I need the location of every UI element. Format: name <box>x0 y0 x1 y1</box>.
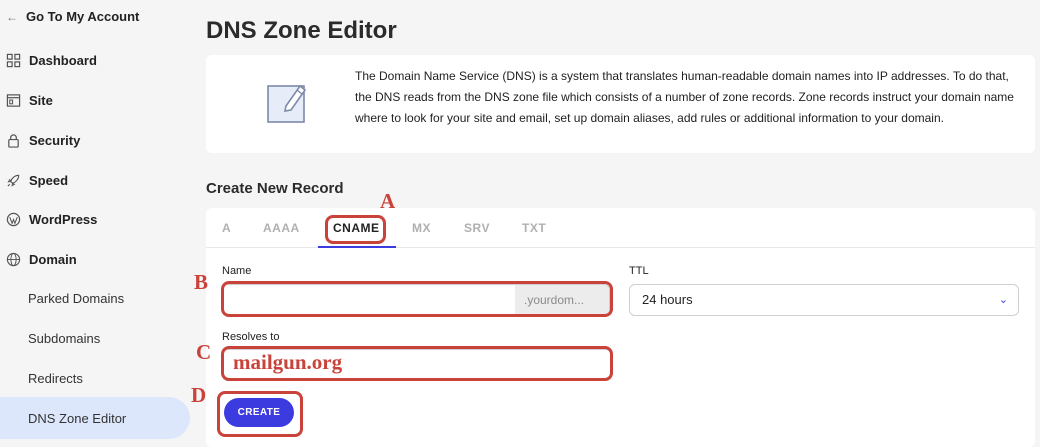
tab-txt[interactable]: TXT <box>522 221 546 235</box>
resolves-to-label: Resolves to <box>222 331 280 343</box>
grid-icon <box>6 53 21 68</box>
sidebar-subitem-redirects[interactable]: Redirects <box>28 371 83 386</box>
sidebar-item-label: Dashboard <box>29 52 97 68</box>
tab-aaaa[interactable]: AAAA <box>263 221 300 235</box>
ttl-select[interactable]: 24 hours ⌄ <box>629 284 1019 316</box>
annotation-letter-d: D <box>191 383 207 407</box>
info-card: The Domain Name Service (DNS) is a syste… <box>206 55 1035 153</box>
sidebar-item-label: Speed <box>29 172 69 188</box>
dns-description: The Domain Name Service (DNS) is a syste… <box>355 69 1014 125</box>
sidebar-item-label: WordPress <box>29 211 98 227</box>
sidebar-item-domain[interactable]: Domain <box>6 249 77 269</box>
rocket-icon <box>6 173 21 188</box>
lock-icon <box>6 133 21 148</box>
create-record-form: A AAAA CNAME MX SRV TXT Name .yourdom...… <box>206 208 1035 447</box>
sidebar-subitem-subdomains[interactable]: Subdomains <box>28 331 100 346</box>
sidebar-item-label: Security <box>29 132 81 148</box>
edit-document-icon <box>266 78 312 124</box>
annotation-box-a <box>325 215 386 244</box>
sidebar-item-site[interactable]: Site <box>6 90 53 110</box>
chevron-down-icon: ⌄ <box>998 294 1008 306</box>
sidebar-subitem-parked-domains[interactable]: Parked Domains <box>28 291 124 306</box>
tab-srv[interactable]: SRV <box>464 221 490 235</box>
sidebar-subitem-dns-zone-editor[interactable]: DNS Zone Editor <box>28 411 126 426</box>
annotation-letter-c: C <box>196 340 212 364</box>
globe-icon <box>6 252 21 267</box>
wordpress-icon <box>6 212 21 227</box>
tab-mx[interactable]: MX <box>412 221 431 235</box>
sidebar-item-label: Site <box>29 92 53 108</box>
page-title: DNS Zone Editor <box>206 17 397 44</box>
arrow-left-icon: ← <box>6 9 18 24</box>
sidebar-item-speed[interactable]: Speed <box>6 170 68 190</box>
tab-a[interactable]: A <box>222 221 231 235</box>
annotation-letter-a: A <box>380 189 396 213</box>
sidebar-item-wordpress[interactable]: WordPress <box>6 209 97 229</box>
annotation-letter-b: B <box>194 270 209 294</box>
section-title: Create New Record <box>206 180 344 197</box>
annotation-box-d <box>217 391 303 437</box>
sidebar-item-security[interactable]: Security <box>6 130 80 150</box>
site-icon <box>6 93 21 108</box>
sidebar: ← Go To My Account Dashboard Site Securi… <box>0 0 190 447</box>
sidebar-item-dashboard[interactable]: Dashboard <box>6 50 97 70</box>
ttl-label: TTL <box>629 265 649 277</box>
back-label: Go To My Account <box>26 9 140 24</box>
sidebar-item-label: Domain <box>29 251 77 267</box>
ttl-value: 24 hours <box>642 292 693 307</box>
annotation-box-b <box>221 281 613 317</box>
resolves-to-value: mailgun.org <box>233 350 343 374</box>
back-to-account-link[interactable]: ← Go To My Account <box>6 9 139 24</box>
name-label: Name <box>222 265 252 277</box>
active-tab-underline <box>318 246 396 248</box>
